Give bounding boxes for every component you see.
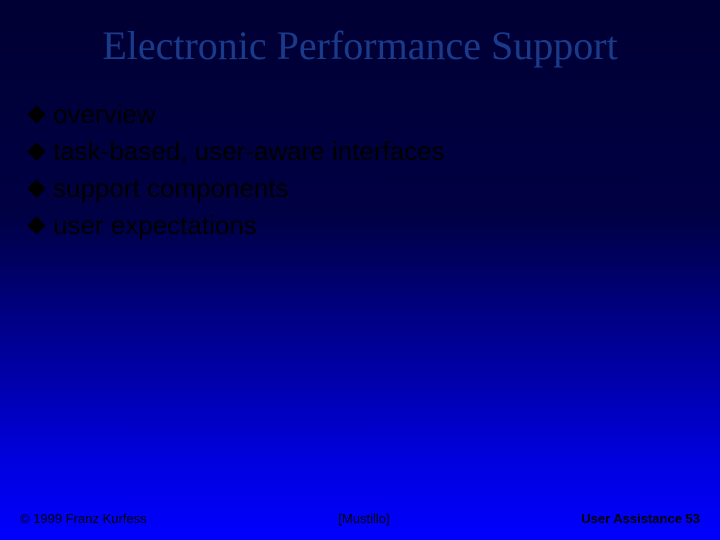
slide-footer: © 1999 Franz Kurfess [Mustillo] User Ass… bbox=[0, 511, 720, 526]
slide-body: overview task-based, user-aware interfac… bbox=[0, 99, 720, 241]
footer-page-label: User Assistance 53 bbox=[581, 511, 700, 526]
bullet-item: support components bbox=[30, 173, 720, 204]
footer-copyright: © 1999 Franz Kurfess bbox=[20, 511, 147, 526]
diamond-bullet-icon bbox=[27, 105, 45, 123]
bullet-item: user expectations bbox=[30, 210, 720, 241]
bullet-text: task-based, user-aware interfaces bbox=[53, 136, 445, 167]
footer-citation: [Mustillo] bbox=[147, 511, 582, 526]
bullet-text: user expectations bbox=[53, 210, 257, 241]
bullet-item: overview bbox=[30, 99, 720, 130]
bullet-text: support components bbox=[53, 173, 289, 204]
slide: Electronic Performance Support overview … bbox=[0, 0, 720, 540]
diamond-bullet-icon bbox=[27, 216, 45, 234]
diamond-bullet-icon bbox=[27, 179, 45, 197]
slide-title: Electronic Performance Support bbox=[0, 0, 720, 99]
diamond-bullet-icon bbox=[27, 142, 45, 160]
bullet-text: overview bbox=[53, 99, 156, 130]
bullet-item: task-based, user-aware interfaces bbox=[30, 136, 720, 167]
